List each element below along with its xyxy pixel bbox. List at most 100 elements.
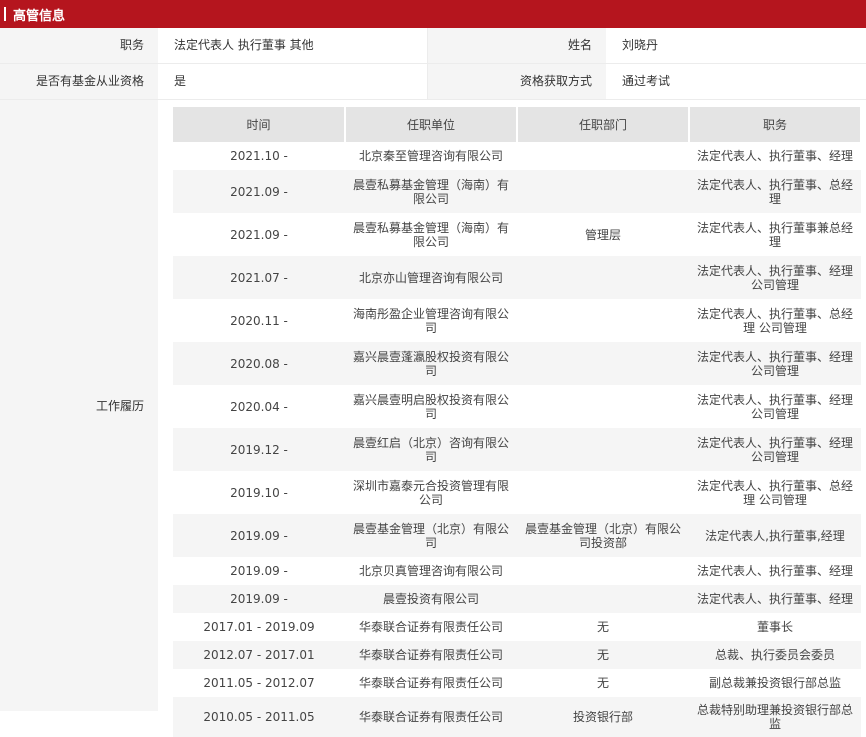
cell-title: 法定代表人、执行董事、经理 bbox=[696, 149, 853, 163]
cell-title: 法定代表人、执行董事、经理公司管理 bbox=[689, 428, 861, 471]
cell-title: 副总裁兼投资银行部总监 bbox=[708, 676, 841, 690]
cell-dept: 投资银行部 bbox=[517, 697, 689, 737]
cell-time: 2021.10 - bbox=[230, 149, 288, 163]
cell-org: 晨壹私募基金管理（海南）有限公司 bbox=[352, 220, 509, 249]
cell-time: 2010.05 - 2011.05 bbox=[173, 697, 345, 737]
cell-dept: 无 bbox=[517, 641, 689, 669]
cell-title: 法定代表人、执行董事、经理 bbox=[696, 564, 853, 578]
cell-dept: 无 bbox=[596, 620, 609, 634]
table-row: 2019.09 - 晨壹投资有限公司 法定代表人、执行董事、经理 bbox=[173, 585, 861, 613]
work-history-body: 2021.10 - 北京秦至管理咨询有限公司 法定代表人、执行董事、经理 2021.0… bbox=[173, 142, 861, 737]
cell-title: 法定代表人、执行董事、总经理 bbox=[689, 170, 861, 213]
table-row: 2019.12 - 晨壹红启（北京）咨询有限公司 法定代表人、执行董事、经理公司管理 bbox=[173, 428, 861, 471]
cell-dept bbox=[517, 557, 689, 585]
qualification-value: 是 bbox=[158, 64, 428, 99]
cell-time: 2020.08 - bbox=[173, 342, 345, 385]
work-history-section: 工作履历 时间 任职单位 任职部门 职务 2021.10 - 北京秦至管理咨询有限… bbox=[0, 100, 866, 737]
cell-org: 嘉兴晨壹蓬瀛股权投资有限公司 bbox=[345, 342, 517, 385]
cell-time: 2019.09 - bbox=[173, 514, 345, 557]
table-row: 2010.05 - 2011.05 华泰联合证券有限责任公司 投资银行部 总裁特别助理… bbox=[173, 697, 861, 737]
table-row: 2011.05 - 2012.07 华泰联合证券有限责任公司 无 副总裁兼投资银行部总… bbox=[173, 669, 861, 697]
table-row: 2020.11 - 海南彤盈企业管理咨询有限公司 法定代表人、执行董事、总经理 公司… bbox=[173, 299, 861, 342]
cell-dept bbox=[517, 342, 689, 385]
column-header-org: 任职单位 bbox=[345, 107, 518, 142]
cell-title: 法定代表人、执行董事、经理公司管理 bbox=[689, 342, 861, 385]
cell-org: 华泰联合证券有限责任公司 bbox=[345, 697, 517, 737]
qualification-label: 是否有基金从业资格 bbox=[0, 64, 158, 99]
column-header-dept: 任职部门 bbox=[517, 107, 690, 142]
cell-dept bbox=[517, 385, 689, 428]
cell-org: 华泰联合证券有限责任公司 bbox=[345, 641, 517, 669]
cell-org: 嘉兴晨壹明启股权投资有限公司 bbox=[352, 392, 509, 421]
name-label: 姓名 bbox=[428, 28, 606, 63]
table-row: 2019.09 - 晨壹基金管理（北京）有限公司 晨壹基金管理（北京）有限公司投资部… bbox=[173, 514, 861, 557]
cell-org: 海南彤盈企业管理咨询有限公司 bbox=[352, 306, 509, 335]
cell-org: 晨壹基金管理（北京）有限公司 bbox=[345, 514, 517, 557]
table-row: 2017.01 - 2019.09 华泰联合证券有限责任公司 无 董事长 bbox=[173, 613, 861, 641]
cell-dept bbox=[517, 170, 689, 213]
cell-dept bbox=[517, 299, 689, 342]
cell-time: 2019.09 - bbox=[230, 564, 288, 578]
table-row: 2020.04 - 嘉兴晨壹明启股权投资有限公司 法定代表人、执行董事、经理公司管理 bbox=[173, 385, 861, 428]
info-row-qualification: 是否有基金从业资格 是 资格获取方式 通过考试 bbox=[0, 64, 866, 100]
cell-time: 2021.07 - bbox=[173, 256, 345, 299]
cell-dept bbox=[517, 256, 689, 299]
table-row: 2019.09 - 北京贝真管理咨询有限公司 法定代表人、执行董事、经理 bbox=[173, 557, 861, 585]
work-history-table: 时间 任职单位 任职部门 职务 2021.10 - 北京秦至管理咨询有限公司 法定代… bbox=[173, 107, 862, 737]
cell-dept bbox=[517, 585, 689, 613]
cell-title: 法定代表人、执行董事兼总经理 bbox=[696, 220, 853, 249]
cell-time: 2019.10 - bbox=[230, 485, 288, 500]
table-row: 2021.07 - 北京亦山管理咨询有限公司 法定代表人、执行董事、经理公司管理 bbox=[173, 256, 861, 299]
cell-dept: 晨壹基金管理（北京）有限公司投资部 bbox=[517, 514, 689, 557]
cell-time: 2021.09 - bbox=[230, 227, 288, 242]
cell-org: 晨壹投资有限公司 bbox=[345, 585, 517, 613]
cell-dept: 管理层 bbox=[584, 227, 621, 242]
table-row: 2021.09 - 晨壹私募基金管理（海南）有限公司 管理层 法定代表人、执行董事兼总… bbox=[173, 213, 861, 256]
header-accent-bar bbox=[4, 7, 6, 21]
info-row-position: 职务 法定代表人 执行董事 其他 姓名 刘晓丹 bbox=[0, 28, 866, 64]
cell-title: 法定代表人、执行董事、经理公司管理 bbox=[689, 256, 861, 299]
qualification-method-label: 资格获取方式 bbox=[428, 64, 606, 99]
table-row: 2020.08 - 嘉兴晨壹蓬瀛股权投资有限公司 法定代表人、执行董事、经理公司管理 bbox=[173, 342, 861, 385]
column-header-title: 职务 bbox=[689, 107, 862, 142]
work-history-table-wrap: 时间 任职单位 任职部门 职务 2021.10 - 北京秦至管理咨询有限公司 法定代… bbox=[158, 100, 862, 737]
cell-title: 法定代表人、执行董事、经理公司管理 bbox=[696, 392, 853, 421]
cell-title: 法定代表人、执行董事、经理 bbox=[689, 585, 861, 613]
cell-time: 2020.11 - bbox=[230, 313, 288, 328]
cell-title: 法定代表人、执行董事、总经理 公司管理 bbox=[696, 306, 853, 335]
table-row: 2021.09 - 晨壹私募基金管理（海南）有限公司 法定代表人、执行董事、总经理 bbox=[173, 170, 861, 213]
cell-org: 晨壹红启（北京）咨询有限公司 bbox=[345, 428, 517, 471]
cell-org: 晨壹私募基金管理（海南）有限公司 bbox=[345, 170, 517, 213]
cell-title: 董事长 bbox=[756, 620, 793, 634]
position-value: 法定代表人 执行董事 其他 bbox=[158, 28, 428, 63]
cell-org: 华泰联合证券有限责任公司 bbox=[358, 620, 503, 634]
cell-title: 总裁特别助理兼投资银行部总监 bbox=[689, 697, 861, 737]
position-label: 职务 bbox=[0, 28, 158, 63]
qualification-method-value: 通过考试 bbox=[622, 74, 671, 88]
cell-dept bbox=[517, 428, 689, 471]
section-header: 高管信息 bbox=[0, 0, 866, 28]
cell-dept: 无 bbox=[596, 676, 609, 690]
cell-time: 2011.05 - 2012.07 bbox=[203, 676, 315, 690]
cell-time: 2019.12 - bbox=[173, 428, 345, 471]
table-row: 2021.10 - 北京秦至管理咨询有限公司 法定代表人、执行董事、经理 bbox=[173, 142, 861, 170]
table-header-row: 时间 任职单位 任职部门 职务 bbox=[173, 107, 862, 142]
table-row: 2012.07 - 2017.01 华泰联合证券有限责任公司无总裁、执行委员会委员 bbox=[173, 641, 861, 669]
work-history-label: 工作履历 bbox=[0, 100, 158, 711]
cell-time: 2021.09 - bbox=[173, 170, 345, 213]
cell-title: 法定代表人,执行董事,经理 bbox=[689, 514, 861, 557]
cell-time: 2017.01 - 2019.09 bbox=[203, 620, 315, 634]
cell-org: 深圳市嘉泰元合投资管理有限公司 bbox=[352, 478, 509, 507]
cell-time: 2020.04 - bbox=[230, 399, 288, 414]
cell-org: 北京亦山管理咨询有限公司 bbox=[345, 256, 517, 299]
column-header-time: 时间 bbox=[173, 107, 346, 142]
cell-dept bbox=[517, 142, 689, 170]
cell-org: 华泰联合证券有限责任公司 bbox=[358, 676, 503, 690]
cell-org: 北京秦至管理咨询有限公司 bbox=[358, 149, 503, 163]
cell-time: 2012.07 - 2017.01 bbox=[173, 641, 345, 669]
cell-org: 北京贝真管理咨询有限公司 bbox=[358, 564, 503, 578]
cell-title: 总裁、执行委员会委员 bbox=[689, 641, 861, 669]
cell-time: 2019.09 - bbox=[173, 585, 345, 613]
name-value: 刘晓丹 bbox=[622, 38, 659, 52]
cell-title: 法定代表人、执行董事、总经理 公司管理 bbox=[696, 478, 853, 507]
